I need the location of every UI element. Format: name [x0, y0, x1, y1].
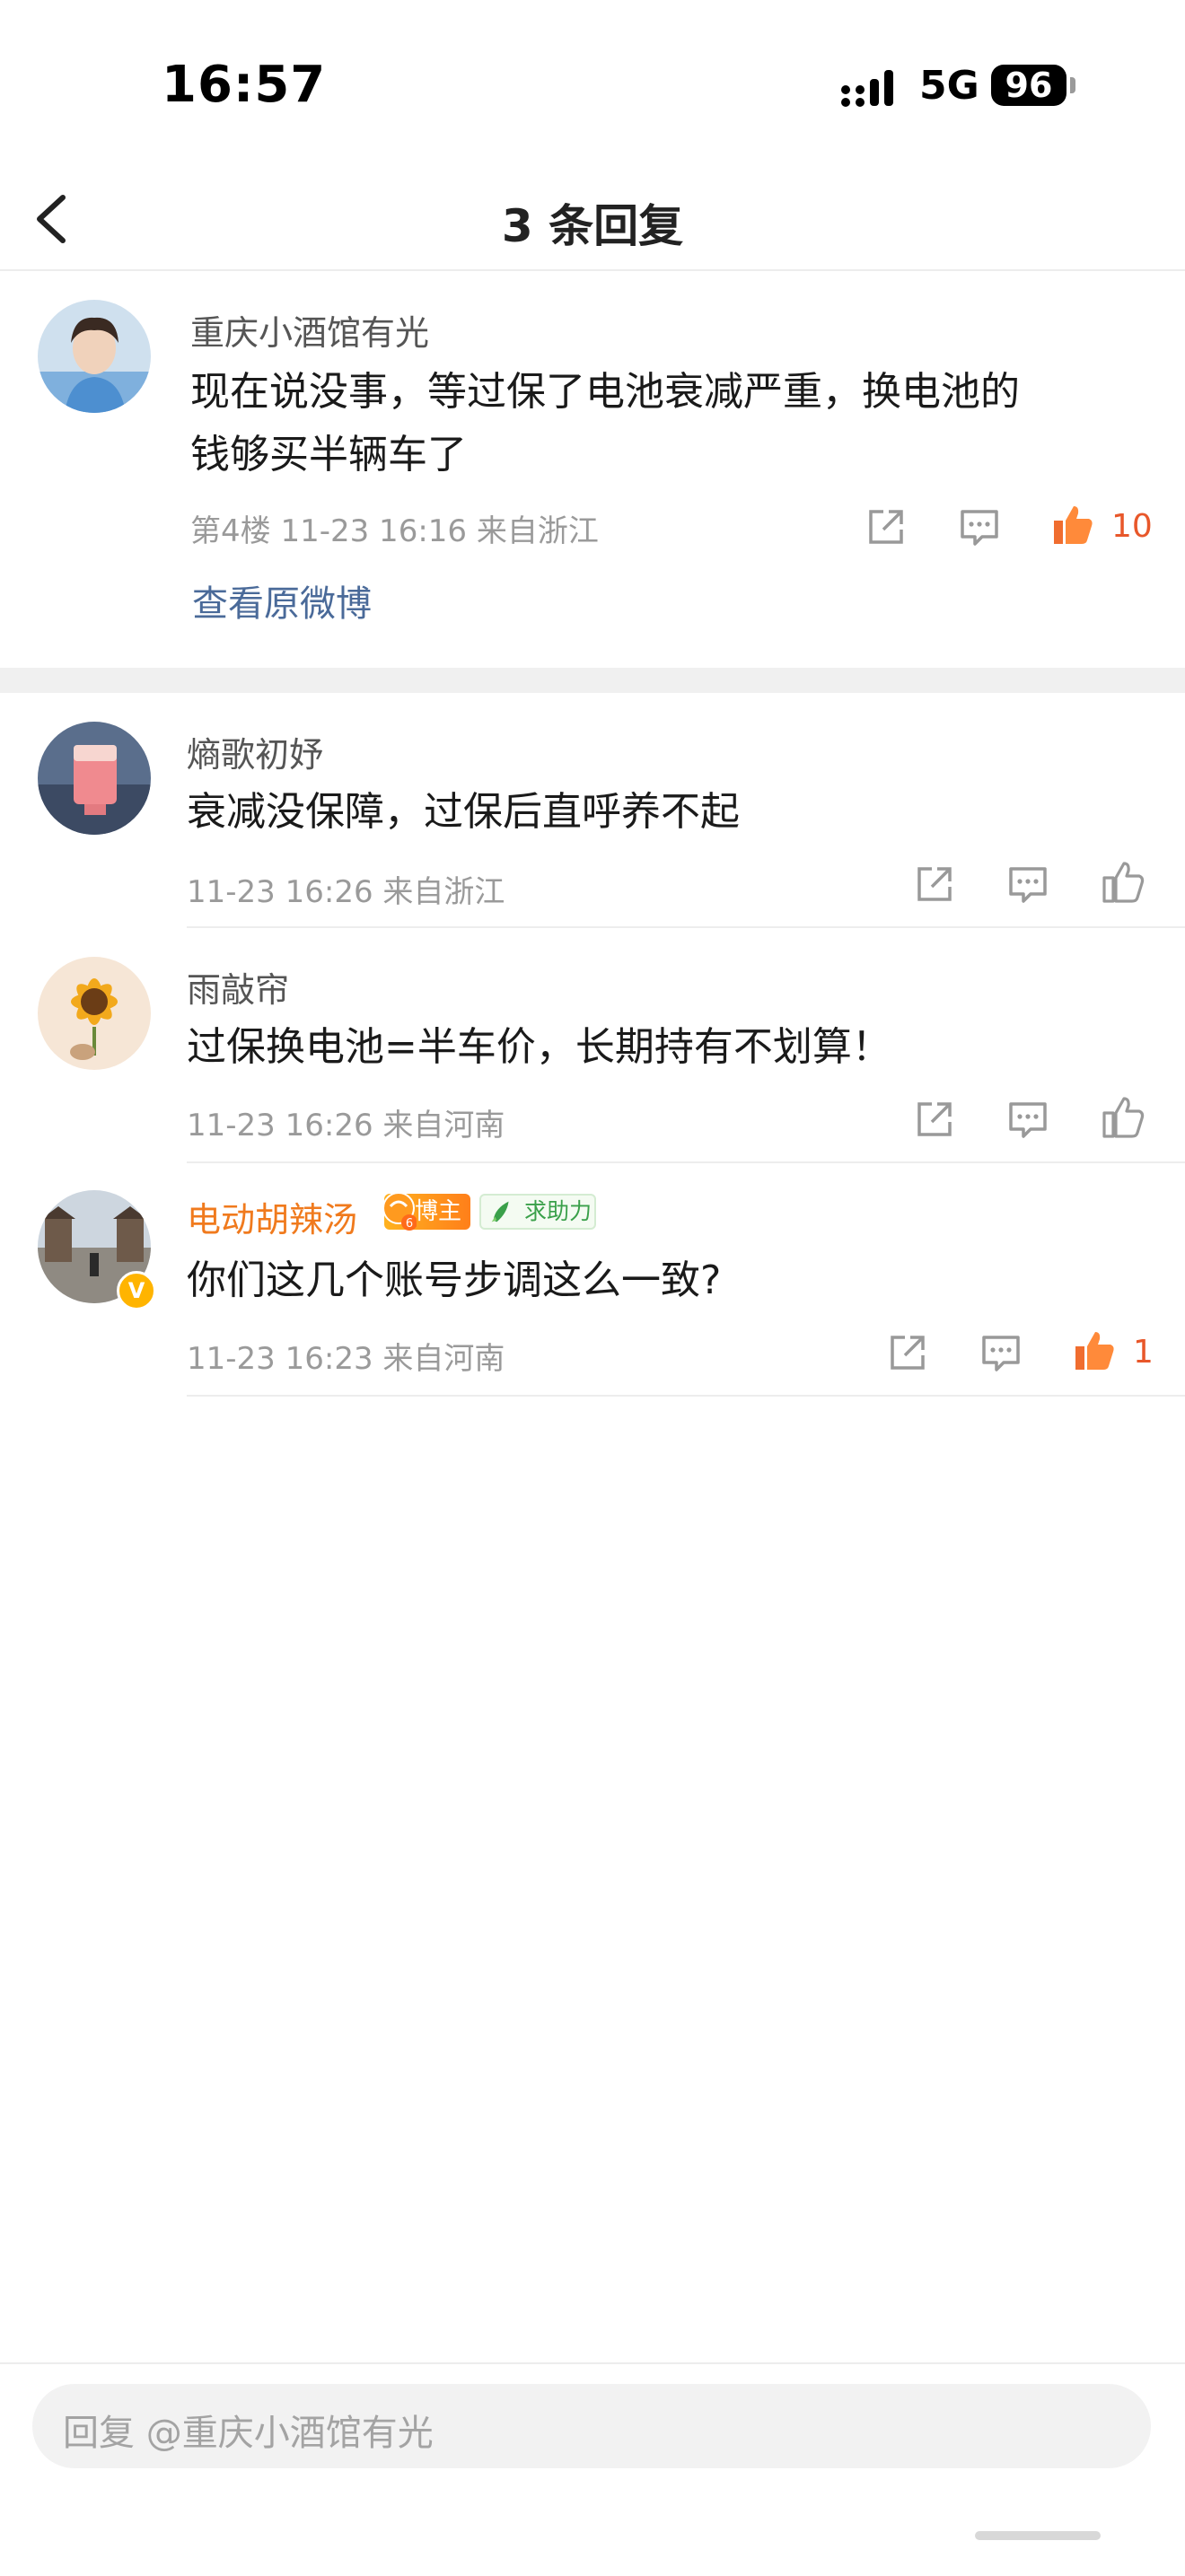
battery-tip — [1070, 77, 1075, 93]
battery-indicator: 96 — [991, 65, 1066, 106]
blogger-badge-label: 博主 — [414, 1198, 461, 1225]
share-icon[interactable] — [864, 504, 908, 549]
help-badge-label: 求助力 — [524, 1198, 592, 1224]
network-type: 5G — [919, 63, 979, 109]
like-icon-active[interactable] — [1072, 1328, 1117, 1373]
reply-bar: 回复 @重庆小酒馆有光 — [0, 2362, 1185, 2576]
reply-username[interactable]: 电动胡辣汤 — [187, 1192, 357, 1241]
rocket-icon — [491, 1201, 509, 1222]
reply-location: 来自浙江 — [382, 874, 505, 910]
status-bar: 16:57 5G 96 — [0, 0, 1185, 171]
comment-text-line1: 现在说没事，等过保了电池衰减严重，换电池的 — [190, 369, 1020, 415]
comment-icon[interactable] — [979, 1330, 1023, 1375]
blogger-level: 6 — [406, 1217, 413, 1231]
comment-text-line2: 钱够买半辆车了 — [190, 432, 467, 478]
nav-header: 3 条回复 — [0, 171, 1185, 271]
reply-username[interactable]: 雨敲帘 — [187, 962, 289, 1012]
like-count: 10 — [1111, 508, 1153, 545]
reply-text: 衰减没保障，过保后直呼养不起 — [187, 789, 740, 835]
share-icon[interactable] — [912, 1097, 957, 1142]
help-badge[interactable]: 求助力 — [479, 1194, 596, 1230]
avatar[interactable] — [38, 300, 151, 413]
reply-time: 11-23 16:23 — [187, 1341, 373, 1377]
reply-placeholder: 回复 @重庆小酒馆有光 — [63, 2413, 434, 2454]
view-original-link[interactable]: 查看原微博 — [192, 574, 372, 626]
reply-time: 11-23 16:26 — [187, 1108, 373, 1143]
main-comment: 重庆小酒馆有光 现在说没事，等过保了电池衰减严重，换电池的 钱够买半辆车了 第4… — [0, 271, 1185, 666]
blogger-badge[interactable]: 6 博主 — [382, 1192, 470, 1231]
comment-icon[interactable] — [1005, 862, 1050, 907]
like-count: 1 — [1133, 1334, 1154, 1371]
avatar[interactable] — [38, 722, 151, 835]
comment-meta: 第4楼 11-23 16:16 来自浙江 — [190, 506, 599, 550]
reply-divider — [187, 926, 1185, 928]
comment-time: 11-23 16:16 — [280, 513, 468, 549]
like-icon[interactable] — [1101, 1095, 1146, 1140]
reply-meta: 11-23 16:23 来自河南 — [187, 1334, 505, 1378]
floor-number: 第4楼 — [190, 513, 271, 549]
reply-location: 来自河南 — [382, 1108, 505, 1143]
comment-username[interactable]: 重庆小酒馆有光 — [190, 305, 429, 355]
status-time: 16:57 — [162, 56, 327, 114]
like-icon-active[interactable] — [1050, 503, 1095, 548]
comment-location: 来自浙江 — [476, 513, 599, 549]
reply-username[interactable]: 熵歌初妤 — [187, 727, 323, 776]
reply-time: 11-23 16:26 — [187, 874, 373, 910]
reply-text: 过保换电池=半车价，长期持有不划算！ — [187, 1024, 891, 1070]
section-divider — [0, 668, 1185, 693]
medal-icon: 6 — [382, 1192, 417, 1231]
cellular-signal-icon — [841, 70, 893, 107]
avatar[interactable] — [38, 957, 151, 1070]
like-icon[interactable] — [1101, 860, 1146, 905]
reply-location: 来自河南 — [382, 1341, 505, 1377]
reply-divider — [187, 1161, 1185, 1163]
share-icon[interactable] — [885, 1330, 930, 1375]
reply-divider — [187, 1395, 1185, 1397]
reply-input[interactable]: 回复 @重庆小酒馆有光 — [32, 2384, 1151, 2468]
reply-text: 你们这几个账号步调这么一致? — [187, 1257, 722, 1303]
comment-icon[interactable] — [1005, 1097, 1050, 1142]
verified-badge-icon: V — [117, 1271, 156, 1310]
comment-icon[interactable] — [957, 504, 1002, 549]
reply-meta: 11-23 16:26 来自浙江 — [187, 867, 505, 911]
share-icon[interactable] — [912, 862, 957, 907]
reply-meta: 11-23 16:26 来自河南 — [187, 1100, 505, 1144]
page-title: 3 条回复 — [501, 200, 684, 252]
home-indicator — [975, 2531, 1101, 2540]
